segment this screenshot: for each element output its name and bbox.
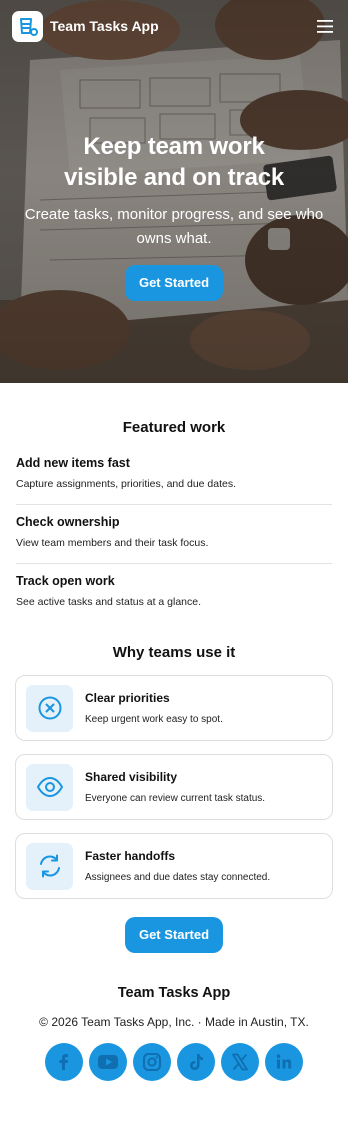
hamburger-menu-icon[interactable] bbox=[314, 15, 336, 37]
bottom-get-started-button[interactable]: Get Started bbox=[124, 917, 224, 953]
card-description: Keep urgent work easy to spot. bbox=[85, 714, 223, 725]
footer-title: Team Tasks App bbox=[117, 985, 231, 1001]
facebook-icon[interactable] bbox=[45, 1043, 83, 1081]
why-cards: Clear priorities Keep urgent work easy t… bbox=[15, 675, 333, 899]
hero-subtitle: Create tasks, monitor progress, and see … bbox=[24, 206, 324, 247]
featured-title: Featured work bbox=[122, 419, 226, 436]
app-name: Team Tasks App bbox=[50, 18, 159, 34]
list-item-description: Capture assignments, priorities, and due… bbox=[16, 478, 237, 490]
benefit-card: Clear priorities Keep urgent work easy t… bbox=[15, 675, 333, 741]
hero-content: Keep team work visible and on track Crea… bbox=[0, 131, 348, 301]
app-logo-icon bbox=[12, 10, 43, 42]
list-item: Track open work See active tasks and sta… bbox=[16, 564, 332, 622]
instagram-icon[interactable] bbox=[133, 1043, 171, 1081]
card-description: Assignees and due dates stay connected. bbox=[85, 872, 271, 883]
refresh-icon bbox=[26, 842, 73, 890]
list-item-title: Add new items fast bbox=[16, 456, 130, 470]
benefit-card: Shared visibility Everyone can review cu… bbox=[15, 754, 333, 820]
brand[interactable]: Team Tasks App bbox=[12, 10, 159, 42]
why-section: Why teams use it Clear priorities Keep u… bbox=[0, 622, 348, 899]
card-title: Shared visibility bbox=[85, 770, 178, 784]
eye-icon bbox=[26, 763, 73, 811]
youtube-icon[interactable] bbox=[89, 1043, 127, 1081]
social-links bbox=[0, 1043, 348, 1081]
tiktok-icon[interactable] bbox=[177, 1043, 215, 1081]
card-title: Faster handoffs bbox=[85, 849, 176, 863]
hero-section: Team Tasks App Keep team work visible an… bbox=[0, 0, 348, 383]
top-navigation-bar: Team Tasks App bbox=[12, 10, 336, 42]
benefit-card: Faster handoffs Assignees and due dates … bbox=[15, 833, 333, 899]
linkedin-icon[interactable] bbox=[265, 1043, 303, 1081]
hero-get-started-button[interactable]: Get Started bbox=[124, 265, 224, 301]
list-item-title: Check ownership bbox=[16, 515, 120, 529]
card-title: Clear priorities bbox=[85, 691, 170, 705]
list-item: Check ownership View team members and th… bbox=[16, 505, 332, 564]
x-icon[interactable] bbox=[221, 1043, 259, 1081]
featured-list: Add new items fast Capture assignments, … bbox=[16, 456, 332, 622]
featured-section: Featured work Add new items fast Capture… bbox=[0, 383, 348, 622]
x-circle-icon bbox=[26, 684, 73, 732]
footer-copyright: © 2026 Team Tasks App, Inc. · Made in Au… bbox=[39, 1015, 309, 1029]
footer: Team Tasks App © 2026 Team Tasks App, In… bbox=[0, 985, 348, 1081]
list-item-description: View team members and their task focus. bbox=[16, 537, 209, 549]
list-item: Add new items fast Capture assignments, … bbox=[16, 456, 332, 505]
list-item-title: Track open work bbox=[16, 574, 115, 588]
card-description: Everyone can review current task status. bbox=[85, 793, 266, 804]
hero-title: Keep team work visible and on track bbox=[63, 133, 285, 191]
list-item-description: See active tasks and status at a glance. bbox=[16, 596, 202, 608]
why-title: Why teams use it bbox=[112, 644, 236, 661]
